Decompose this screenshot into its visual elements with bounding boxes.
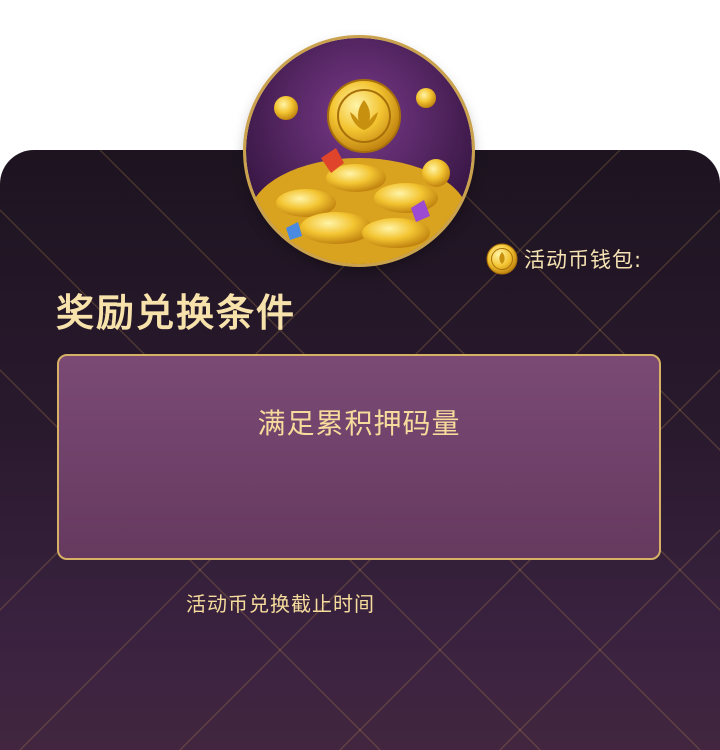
gold-coin-icon — [486, 243, 518, 275]
section-title: 奖励兑换条件 — [56, 291, 297, 335]
hero-coin-pile-image — [246, 38, 472, 264]
condition-text: 满足累积押码量 — [257, 407, 461, 440]
wallet-label: 活动币钱包: — [524, 248, 643, 272]
condition-box: 满足累积押码量 — [57, 354, 661, 560]
wallet-balance: 活动币钱包: — [486, 242, 642, 276]
deadline-label: 活动币兑换截止时间 — [186, 592, 375, 616]
